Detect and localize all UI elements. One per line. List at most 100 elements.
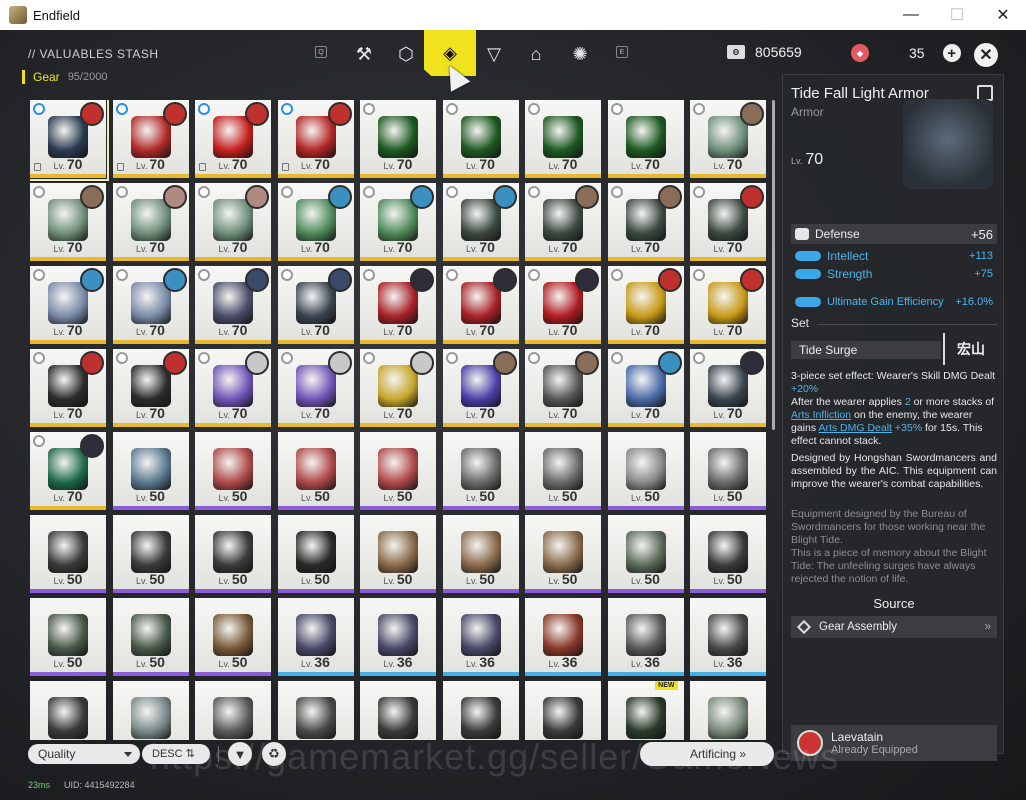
gear-badge-icon	[610, 186, 623, 198]
gear-item-image	[543, 116, 583, 158]
gear-item[interactable]: Lv. 50	[195, 515, 271, 593]
gear-item-image	[295, 448, 336, 490]
source-gear-assembly[interactable]: Gear Assembly »	[791, 616, 997, 638]
gear-item[interactable]: Lv. 70	[112, 349, 189, 427]
gear-item[interactable]: Lv. 70	[195, 349, 271, 427]
gear-item[interactable]: Lv. 50	[690, 515, 766, 593]
gear-item-image	[708, 116, 748, 158]
gear-badge-icon	[610, 352, 623, 364]
gear-item[interactable]: Lv. 70	[442, 266, 519, 344]
gear-item-image	[295, 531, 336, 573]
gear-item[interactable]: Lv. 50	[30, 598, 106, 676]
close-stash-button[interactable]: ✕	[974, 43, 998, 67]
sort-order-button[interactable]: DESC ⇅	[142, 744, 210, 764]
gear-item[interactable]: Lv. 70	[690, 349, 766, 427]
gear-badge-icon	[280, 186, 293, 198]
gear-item[interactable]: Lv. 50	[525, 432, 601, 510]
gear-item[interactable]: Lv. 70	[525, 183, 601, 261]
gear-item[interactable]: Lv. 50	[442, 432, 519, 510]
gear-item[interactable]: Lv. 50	[112, 598, 189, 676]
gear-item-image	[130, 365, 171, 407]
gear-item[interactable]: Lv. 70	[195, 266, 271, 344]
gear-item[interactable]: Lv. 50	[112, 515, 189, 593]
gear-item[interactable]: Lv. 70	[442, 349, 519, 427]
gear-item[interactable]: Lv. 50	[30, 515, 106, 593]
gear-item[interactable]: Lv. 36	[525, 598, 601, 676]
arts-dmg-dealt-link[interactable]: Arts DMG Dealt	[818, 422, 892, 434]
gear-item[interactable]: Lv. 70	[607, 266, 684, 344]
gear-item[interactable]: Lv. 70	[195, 183, 271, 261]
add-currency-button[interactable]: +	[942, 44, 961, 62]
gear-item[interactable]: Lv. 50	[607, 515, 684, 593]
gear-item[interactable]: Lv. 50	[360, 432, 436, 510]
gear-item[interactable]: Lv. 36	[277, 598, 354, 676]
gear-item[interactable]: Lv. 70	[607, 100, 684, 178]
equipped-operator-avatar	[575, 268, 599, 292]
gear-item[interactable]: Lv. 70	[525, 266, 601, 344]
gear-item[interactable]: Lv. 70	[442, 100, 519, 178]
gear-item[interactable]: Lv. 70	[30, 183, 106, 261]
gear-item[interactable]: Lv. 70	[360, 183, 436, 261]
recycle-button[interactable]: ♻	[262, 742, 286, 766]
gear-item[interactable]: Lv. 70	[690, 266, 766, 344]
gear-item-image	[130, 531, 171, 573]
grid-scrollbar[interactable]	[772, 100, 775, 430]
gear-item[interactable]: Lv. 70	[360, 266, 436, 344]
gear-item[interactable]: Lv. 70	[442, 183, 519, 261]
gear-item-image	[48, 116, 88, 158]
gear-item[interactable]: Lv. 36	[442, 598, 519, 676]
arts-infliction-link[interactable]: Arts Infliction	[791, 409, 851, 421]
gear-item[interactable]: Lv. 70	[360, 100, 436, 178]
minimize-button[interactable]: —	[888, 0, 934, 30]
maximize-button[interactable]: ☐	[934, 0, 980, 30]
gear-item[interactable]: Lv. 70	[112, 100, 189, 178]
gear-item[interactable]: Lv. 70	[277, 266, 354, 344]
gear-item-image	[460, 116, 501, 158]
gear-item[interactable]: Lv. 36	[690, 598, 766, 676]
filter-button[interactable]: ▼	[228, 742, 252, 766]
gear-item[interactable]: Lv. 36	[607, 598, 684, 676]
tab-materials[interactable]: ▽	[478, 38, 510, 70]
gear-item[interactable]: Lv. 70	[112, 266, 189, 344]
gear-item[interactable]: Lv. 70	[525, 349, 601, 427]
tab-cube[interactable]: ⬡	[390, 38, 422, 70]
gear-item[interactable]: Lv. 70	[607, 349, 684, 427]
gear-item[interactable]: Lv. 70	[195, 100, 271, 178]
gear-item[interactable]: Lv. 70	[690, 100, 766, 178]
gear-item[interactable]: Lv. 70	[30, 349, 106, 427]
gear-item[interactable]: Lv. 50	[360, 515, 436, 593]
gear-item[interactable]: Lv. 50	[690, 432, 766, 510]
gear-item[interactable]: Lv. 70	[277, 100, 354, 178]
gear-item[interactable]: Lv. 70	[277, 183, 354, 261]
gear-item[interactable]: Lv. 70	[525, 100, 601, 178]
close-window-button[interactable]: ✕	[980, 0, 1026, 30]
gear-item[interactable]: Lv. 70	[277, 349, 354, 427]
gear-item[interactable]: Lv. 36	[360, 598, 436, 676]
gear-item[interactable]: Lv. 70	[690, 183, 766, 261]
gear-item[interactable]: Lv. 50	[277, 432, 354, 510]
sort-select[interactable]: Quality	[28, 744, 140, 764]
gear-item[interactable]: Lv. 50	[442, 515, 519, 593]
tab-weapons[interactable]: ⚒	[348, 38, 380, 70]
gear-item[interactable]: Lv. 70	[112, 183, 189, 261]
gear-item[interactable]: Lv. 50	[277, 515, 354, 593]
gear-item[interactable]: Lv. 70	[30, 266, 106, 344]
gear-item[interactable]: Lv. 50	[525, 515, 601, 593]
tab-special[interactable]: ✺	[564, 38, 596, 70]
gear-item-image	[625, 448, 666, 490]
game-viewport: // VALUABLES STASH Q ⚒ ⬡ ◈ ▽ ⌂ ✺ E Θ 805…	[0, 30, 1026, 800]
gear-item[interactable]: Lv. 50	[195, 598, 271, 676]
tab-consumables[interactable]: ⌂	[520, 38, 552, 70]
gear-badge-icon	[528, 186, 540, 198]
gear-item-image	[48, 365, 88, 407]
gear-item[interactable]: Lv. 70	[30, 100, 109, 181]
gear-item[interactable]: Lv. 50	[195, 432, 271, 510]
gear-item[interactable]: Lv. 50	[607, 432, 684, 510]
stat-name: Strength	[827, 267, 873, 281]
artificing-button[interactable]: Artificing »	[640, 742, 774, 766]
gear-item[interactable]: Lv. 70	[360, 349, 436, 427]
shield-icon	[795, 228, 809, 240]
gear-item[interactable]: Lv. 70	[30, 432, 106, 510]
gear-item[interactable]: Lv. 50	[112, 432, 189, 510]
gear-item[interactable]: Lv. 70	[607, 183, 684, 261]
